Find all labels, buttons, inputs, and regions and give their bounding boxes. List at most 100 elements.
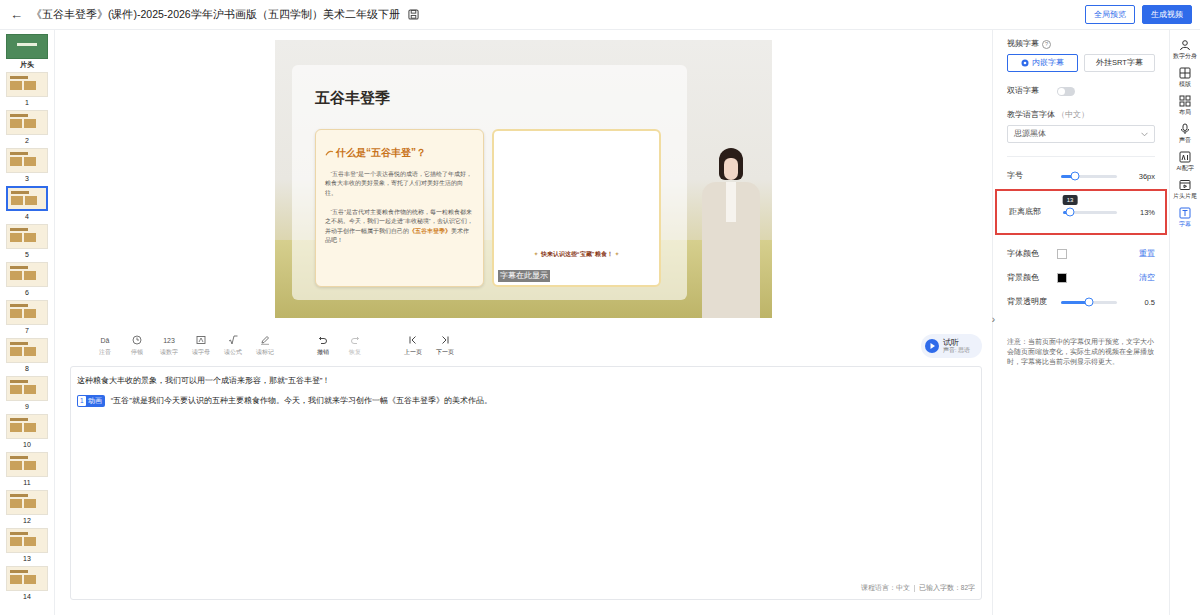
font-select[interactable]: 思源黑体 xyxy=(1007,125,1155,143)
thumbnail-title-bar xyxy=(10,494,28,497)
opacity-row: 背景透明度 0.5 xyxy=(1007,297,1155,307)
rail-item[interactable]: 声音 xyxy=(1179,123,1191,144)
tool-label: 读公式 xyxy=(224,348,242,357)
slide-item[interactable]: 13 xyxy=(6,528,48,566)
settings-title: 视频字幕 ? xyxy=(1007,39,1155,49)
rail-item[interactable]: AI配字 xyxy=(1176,151,1193,172)
thumbnail-title-bar xyxy=(10,380,28,383)
subtitle-mode-tab[interactable]: 内嵌字幕 xyxy=(1007,54,1078,72)
slide-item[interactable]: 8 xyxy=(6,338,48,376)
bottom-distance-slider[interactable]: 13 xyxy=(1063,211,1117,214)
presenter-body xyxy=(702,182,760,318)
slide-label: 2 xyxy=(25,135,29,146)
save-icon[interactable] xyxy=(408,9,419,20)
animation-badge[interactable]: 1动画 xyxy=(77,395,105,407)
next-icon xyxy=(440,335,450,345)
bilingual-toggle[interactable] xyxy=(1057,87,1075,96)
back-button[interactable]: ← xyxy=(10,7,23,22)
collapse-panel-button[interactable]: › xyxy=(992,314,995,325)
editor-area: 五谷丰登季 什么是“五谷丰登”？ “五谷丰登”是一个表达喜悦的成语，它描绘了年成… xyxy=(55,30,992,615)
tool-button[interactable]: 读公式 xyxy=(221,335,245,357)
slide-label: 4 xyxy=(25,211,29,222)
subtitle-settings: 视频字幕 ? 内嵌字幕 外挂SRT字幕 双语字幕 教学语言字体（中文） 思源黑体… xyxy=(992,30,1169,615)
slide-item[interactable]: 14 xyxy=(6,566,48,604)
rail-item[interactable]: 模版 xyxy=(1179,67,1191,88)
background-color-swatch[interactable] xyxy=(1057,273,1067,283)
slide-label: 14 xyxy=(23,591,31,602)
slide-item[interactable]: 7 xyxy=(6,300,48,338)
tool-label: 读标记 xyxy=(256,348,274,357)
thumbnail-block xyxy=(24,233,36,242)
tool-group: Dā 注音 停顿 123 读数字 读字母 读公式 读标记 xyxy=(93,335,277,357)
thumbnail-content xyxy=(10,575,44,584)
tool-button[interactable]: 123 读数字 xyxy=(157,335,181,357)
background-color-row: 背景颜色 清空 xyxy=(1007,273,1155,283)
subtitle-mode-tab[interactable]: 外挂SRT字幕 xyxy=(1084,54,1155,72)
listen-button[interactable]: 试听 声音: 思语 xyxy=(921,334,982,358)
rail-item[interactable]: 片头片尾 xyxy=(1173,179,1197,200)
template-icon xyxy=(1179,67,1191,79)
slide-item[interactable]: 9 xyxy=(6,376,48,414)
tool-button[interactable]: 读标记 xyxy=(253,335,277,357)
slide-thumbnail xyxy=(6,34,48,59)
thumbnail-title-bar xyxy=(10,266,28,269)
font-color-swatch[interactable] xyxy=(1057,249,1067,259)
clear-link[interactable]: 清空 xyxy=(1139,273,1155,283)
thumbnail-content xyxy=(10,461,44,470)
slide-item[interactable]: 4 xyxy=(6,186,48,224)
font-size-slider[interactable] xyxy=(1061,175,1117,178)
rail-item[interactable]: 数字分身 xyxy=(1173,39,1197,60)
preview-stage: 五谷丰登季 什么是“五谷丰登”？ “五谷丰登”是一个表达喜悦的成语，它描绘了年成… xyxy=(55,30,992,318)
thumbnail-title-bar xyxy=(11,191,29,194)
chevron-down-icon xyxy=(1141,132,1148,137)
thumbnail-content xyxy=(10,499,44,508)
slide-item[interactable]: 5 xyxy=(6,224,48,262)
slide-label: 5 xyxy=(25,249,29,260)
tool-button[interactable]: 读字母 xyxy=(189,335,213,357)
subtitle-preview: 字幕在此显示 xyxy=(498,270,550,282)
slide-item[interactable]: 1 xyxy=(6,72,48,110)
slide-item[interactable]: 10 xyxy=(6,414,48,452)
thumbnail-content xyxy=(10,81,44,90)
slide-item[interactable]: 3 xyxy=(6,148,48,186)
history-button[interactable]: 撤销 xyxy=(311,335,335,357)
header-button[interactable]: 全局预览 xyxy=(1085,5,1135,24)
tool-label: 注音 xyxy=(99,348,111,357)
info-icon[interactable]: ? xyxy=(1042,40,1051,49)
tool-button[interactable]: Dā 注音 xyxy=(93,335,117,357)
thumbnail-block xyxy=(24,537,36,546)
slide-item[interactable]: 11 xyxy=(6,452,48,490)
thumbnail-content xyxy=(10,385,44,394)
subtitle-mode-tabs: 内嵌字幕 外挂SRT字幕 xyxy=(1007,54,1155,72)
slide-label: 片头 xyxy=(20,59,34,70)
thumbnail-block xyxy=(24,81,36,90)
slide-label: 6 xyxy=(25,287,29,298)
thumbnail-block xyxy=(24,271,36,280)
page-nav-button[interactable]: 下一页 xyxy=(433,335,457,357)
slide-item[interactable]: 6 xyxy=(6,262,48,300)
film-icon xyxy=(1179,179,1191,191)
char-count: 已输入字数：82字 xyxy=(919,584,975,593)
slide-thumbnail xyxy=(6,148,48,173)
script-editor[interactable]: 这种粮食大丰收的景象，我们可以用一个成语来形容，那就“五谷丰登”！1动画 “五谷… xyxy=(70,366,982,600)
thumbnail-block xyxy=(10,157,22,166)
slide-item[interactable]: 2 xyxy=(6,110,48,148)
opacity-slider[interactable] xyxy=(1061,301,1117,304)
thumbnail-block xyxy=(10,499,22,508)
thumbnail-block xyxy=(24,309,36,318)
tool-button[interactable]: 停顿 xyxy=(125,335,149,357)
course-language: 课程语言：中文 xyxy=(861,584,910,593)
card-paragraph: “五谷丰登”是一个表达喜悦的成语，它描绘了年成好，粮食大丰收的美好景象，寄托了人… xyxy=(325,170,474,198)
header-button[interactable]: 生成视频 xyxy=(1142,5,1192,24)
thumbnail-block xyxy=(10,423,22,432)
history-button[interactable]: 恢复 xyxy=(343,335,367,357)
rail-item[interactable]: 字幕 xyxy=(1179,207,1191,228)
footer-divider xyxy=(914,585,915,592)
slide-thumbnail xyxy=(6,566,48,591)
thumbnail-content xyxy=(10,537,44,546)
reset-link[interactable]: 重置 xyxy=(1139,249,1155,259)
rail-item[interactable]: 布局 xyxy=(1179,95,1191,116)
slide-item[interactable]: 12 xyxy=(6,490,48,528)
page-nav-button[interactable]: 上一页 xyxy=(401,335,425,357)
slide-item[interactable]: 片头 xyxy=(6,34,48,72)
